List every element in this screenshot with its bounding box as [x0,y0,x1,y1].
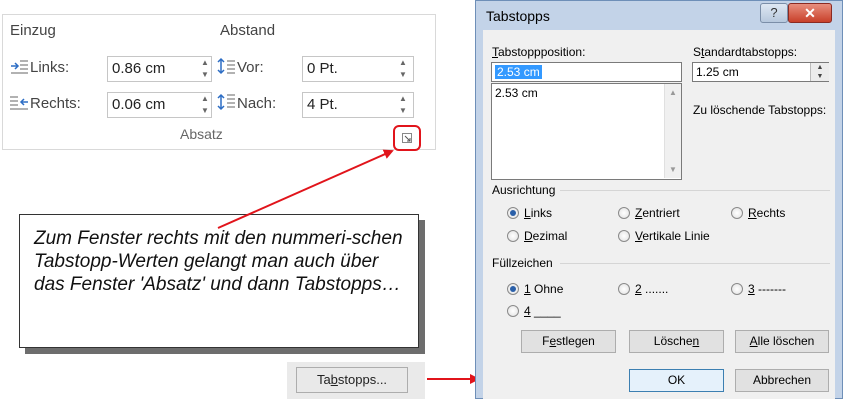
align-zentriert-label[interactable]: Zentriert [635,206,680,220]
tabstopps-button-label-accel: b [330,372,338,387]
fill-4-label[interactable]: 4 ____ [524,304,561,318]
align-links-radio[interactable] [507,207,519,219]
fill-2-label[interactable]: 2 ....... [635,282,668,296]
close-button[interactable]: ✕ [788,3,832,23]
align-vertikal-radio[interactable] [618,230,630,242]
align-rechts-radio[interactable] [731,207,743,219]
ausrichtung-label: Ausrichtung [492,183,556,197]
alle-loeschen-button[interactable]: Alle löschen [735,330,829,353]
tabstopps-button-label-post: stopps... [337,372,388,387]
standard-tabs-label: Standardtabstopps: [693,45,798,59]
fill-2-radio[interactable] [618,283,630,295]
list-item[interactable]: 2.53 cm [495,84,681,102]
tabstopps-button[interactable]: Tabstopps... [296,367,408,393]
festlegen-button[interactable]: Festlegen [521,330,616,353]
list-scrollbar[interactable]: ▲ ▼ [664,84,681,178]
align-rechts-label[interactable]: Rechts [748,206,785,220]
fill-3-radio[interactable] [731,283,743,295]
tabstopps-button-label-pre: Ta [316,372,331,387]
fill-4-radio[interactable] [507,305,519,317]
scroll-up-icon[interactable]: ▲ [665,88,681,97]
ausrichtung-divider [560,190,830,191]
scroll-down-icon[interactable]: ▼ [665,165,681,174]
delete-tabs-label: Zu löschende Tabstopps: [693,103,827,117]
ok-button[interactable]: OK [629,369,724,392]
standard-tabs-input[interactable]: 1.25 cm [692,62,829,82]
align-dezimal-radio[interactable] [507,230,519,242]
align-links-label[interactable]: Links [524,206,552,220]
fill-divider [560,263,830,264]
dialog-title: Tabstopps [486,8,550,24]
help-button[interactable]: ? [760,3,788,23]
fill-1-radio[interactable] [507,283,519,295]
abbrechen-button[interactable]: Abbrechen [735,369,829,392]
loeschen-button[interactable]: Löschen [629,330,724,353]
tab-position-value: 2.53 cm [495,65,542,79]
standard-tabs-spinner[interactable]: ▲ ▼ [810,63,829,81]
fill-label: Füllzeichen [492,256,553,270]
fill-3-label[interactable]: 3 ------- [748,282,786,296]
align-dezimal-label[interactable]: Dezimal [524,229,567,243]
tab-position-label: Tabstoppposition: [492,45,586,59]
tab-position-input[interactable]: 2.53 cm [491,62,682,82]
fill-1-label[interactable]: 1 Ohne [524,282,563,296]
align-zentriert-radio[interactable] [618,207,630,219]
arrow-to-launcher [217,149,394,229]
align-vertikal-label[interactable]: Vertikale Linie [635,229,710,243]
tab-position-list[interactable]: 2.53 cm [491,83,682,180]
